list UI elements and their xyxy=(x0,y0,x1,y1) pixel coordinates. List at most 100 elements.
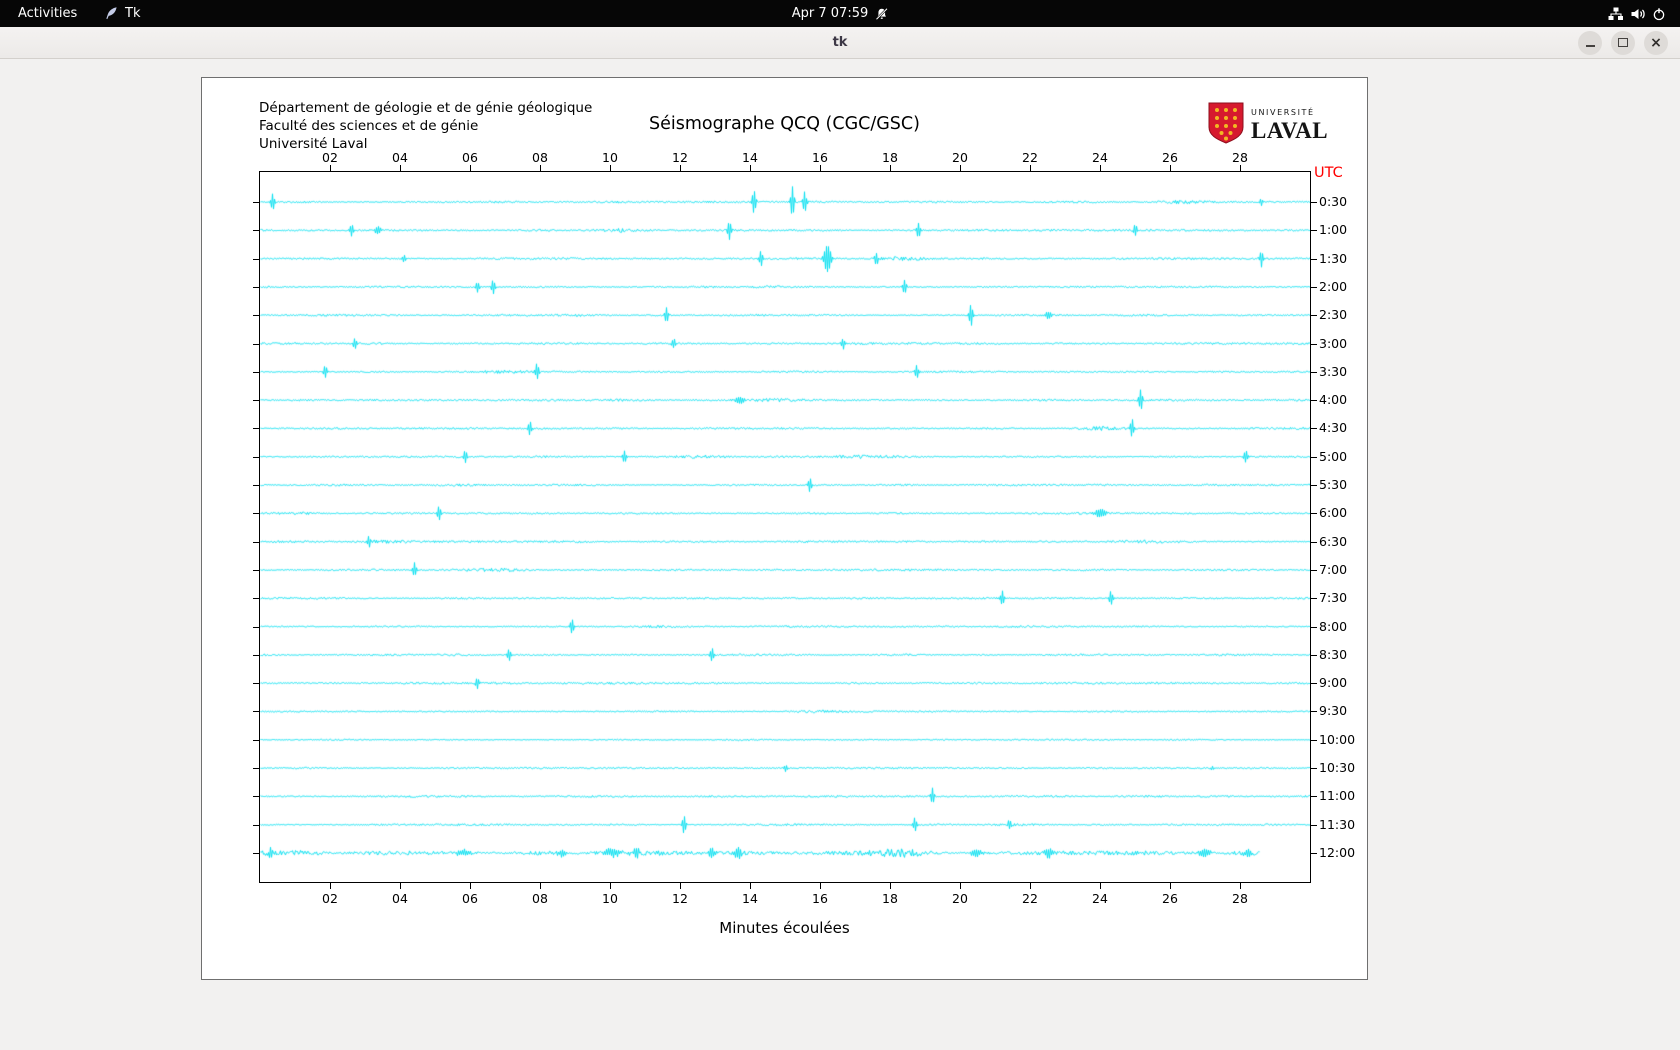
x-tick-label-top: 20 xyxy=(945,150,975,165)
x-tick-top xyxy=(610,165,611,171)
trace-time-label: 8:00 xyxy=(1319,619,1347,634)
x-tick-top xyxy=(330,165,331,171)
trace-time-label: 0:30 xyxy=(1319,194,1347,209)
seismogram-traces-canvas xyxy=(260,172,1310,882)
x-tick-bottom xyxy=(1170,883,1171,889)
y-tick-right xyxy=(1311,230,1317,231)
trace-time-label: 3:30 xyxy=(1319,364,1347,379)
trace-time-label: 4:00 xyxy=(1319,392,1347,407)
trace-time-label: 9:30 xyxy=(1319,703,1347,718)
system-menu[interactable] xyxy=(1608,0,1666,27)
trace-time-label: 11:00 xyxy=(1319,788,1355,803)
x-tick-top xyxy=(1240,165,1241,171)
y-tick-left xyxy=(253,740,259,741)
x-tick-bottom xyxy=(960,883,961,889)
y-tick-right xyxy=(1311,598,1317,599)
window-title: tk xyxy=(0,27,1680,58)
activities-button[interactable]: Activities xyxy=(12,0,83,27)
y-tick-left xyxy=(253,768,259,769)
clock-button[interactable]: Apr 7 07:59 xyxy=(792,0,889,27)
trace-time-label: 7:30 xyxy=(1319,590,1347,605)
plot-title: Séismographe QCQ (CGC/GSC) xyxy=(202,114,1367,134)
x-tick-label-top: 06 xyxy=(455,150,485,165)
y-tick-right xyxy=(1311,400,1317,401)
y-tick-right xyxy=(1311,202,1317,203)
y-tick-left xyxy=(253,542,259,543)
y-tick-left xyxy=(253,259,259,260)
x-tick-label-top: 22 xyxy=(1015,150,1045,165)
y-tick-right xyxy=(1311,825,1317,826)
x-tick-top xyxy=(680,165,681,171)
x-tick-label-top: 16 xyxy=(805,150,835,165)
y-tick-right xyxy=(1311,372,1317,373)
y-tick-left xyxy=(253,485,259,486)
x-tick-top xyxy=(890,165,891,171)
x-tick-label-bottom: 26 xyxy=(1155,891,1185,906)
x-tick-bottom xyxy=(1240,883,1241,889)
y-tick-left xyxy=(253,711,259,712)
x-tick-bottom xyxy=(1030,883,1031,889)
close-button[interactable]: × xyxy=(1644,31,1668,55)
y-tick-right xyxy=(1311,513,1317,514)
y-tick-left xyxy=(253,287,259,288)
y-tick-right xyxy=(1311,711,1317,712)
x-tick-label-top: 14 xyxy=(735,150,765,165)
trace-time-label: 5:00 xyxy=(1319,449,1347,464)
app-indicator-label: Tk xyxy=(125,6,140,21)
x-tick-bottom xyxy=(470,883,471,889)
network-icon xyxy=(1608,7,1624,21)
y-tick-right xyxy=(1311,287,1317,288)
y-tick-right xyxy=(1311,570,1317,571)
x-tick-label-bottom: 02 xyxy=(315,891,345,906)
trace-time-label: 7:00 xyxy=(1319,562,1347,577)
x-tick-bottom xyxy=(820,883,821,889)
clock-text: Apr 7 07:59 xyxy=(792,6,869,21)
app-indicator-tk[interactable]: Tk xyxy=(104,0,140,27)
trace-time-label: 11:30 xyxy=(1319,817,1355,832)
y-tick-left xyxy=(253,230,259,231)
y-tick-right xyxy=(1311,259,1317,260)
window-controls: × xyxy=(1578,31,1668,55)
volume-icon xyxy=(1630,7,1646,21)
x-tick-label-bottom: 28 xyxy=(1225,891,1255,906)
x-tick-label-top: 24 xyxy=(1085,150,1115,165)
x-tick-label-top: 08 xyxy=(525,150,555,165)
x-tick-label-top: 02 xyxy=(315,150,345,165)
x-tick-top xyxy=(820,165,821,171)
universite-laval-logo: UNIVERSITÉ LAVAL xyxy=(1208,102,1328,148)
y-tick-left xyxy=(253,825,259,826)
trace-time-label: 2:00 xyxy=(1319,279,1347,294)
y-tick-right xyxy=(1311,655,1317,656)
y-tick-right xyxy=(1311,796,1317,797)
x-tick-bottom xyxy=(540,883,541,889)
minimize-glyph xyxy=(1586,45,1595,47)
trace-time-label: 2:30 xyxy=(1319,307,1347,322)
trace-time-label: 10:00 xyxy=(1319,732,1355,747)
trace-time-label: 6:30 xyxy=(1319,534,1347,549)
x-tick-top xyxy=(1100,165,1101,171)
maximize-glyph xyxy=(1618,38,1628,47)
y-tick-right xyxy=(1311,542,1317,543)
y-tick-left xyxy=(253,202,259,203)
x-tick-label-top: 28 xyxy=(1225,150,1255,165)
y-tick-right xyxy=(1311,740,1317,741)
trace-time-label: 4:30 xyxy=(1319,420,1347,435)
trace-time-label: 12:00 xyxy=(1319,845,1355,860)
seismograph-window-canvas: Département de géologie et de génie géol… xyxy=(201,77,1368,980)
x-tick-label-bottom: 12 xyxy=(665,891,695,906)
maximize-button[interactable] xyxy=(1611,31,1635,55)
x-tick-label-top: 26 xyxy=(1155,150,1185,165)
x-tick-label-bottom: 10 xyxy=(595,891,625,906)
minimize-button[interactable] xyxy=(1578,31,1602,55)
y-tick-right xyxy=(1311,315,1317,316)
laval-wordmark: UNIVERSITÉ LAVAL xyxy=(1251,109,1328,142)
y-tick-left xyxy=(253,627,259,628)
window-titlebar[interactable]: tk × xyxy=(0,27,1680,59)
y-tick-left xyxy=(253,796,259,797)
y-tick-left xyxy=(253,315,259,316)
y-tick-left xyxy=(253,570,259,571)
trace-time-label: 9:00 xyxy=(1319,675,1347,690)
x-tick-label-top: 04 xyxy=(385,150,415,165)
x-axis-label: Minutes écoulées xyxy=(202,919,1367,937)
y-tick-right xyxy=(1311,627,1317,628)
